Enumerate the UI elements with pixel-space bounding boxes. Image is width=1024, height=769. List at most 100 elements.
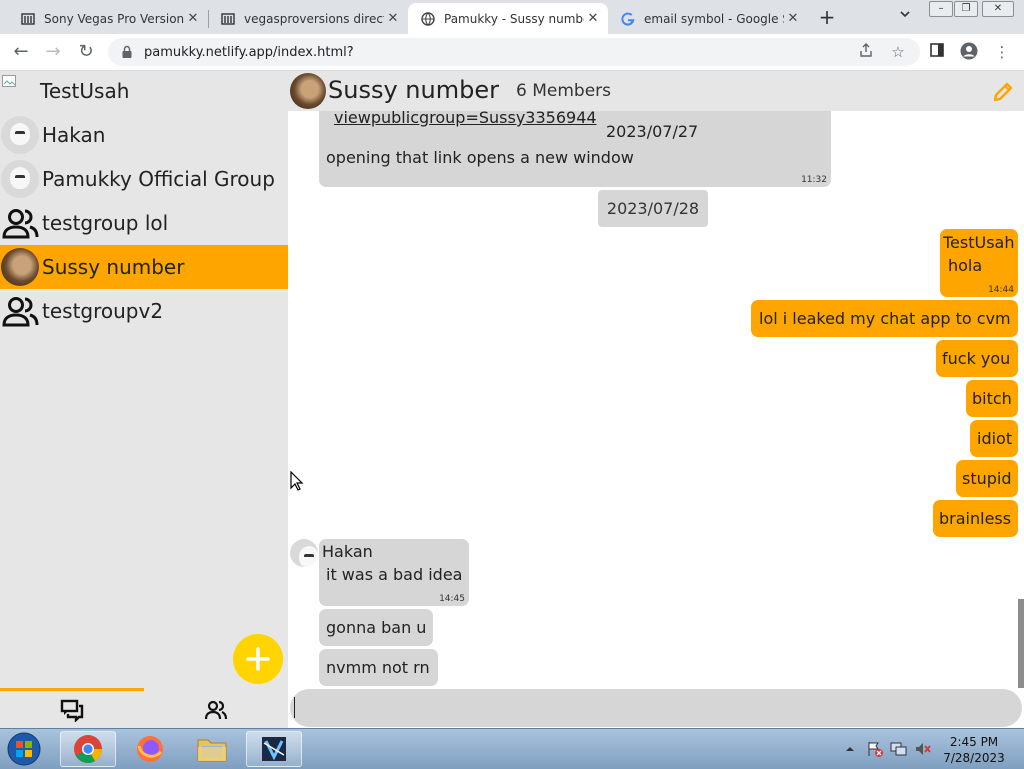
current-user-name: TestUsah (40, 79, 130, 103)
sender-avatar[interactable] (290, 539, 318, 567)
broken-image-icon (2, 74, 18, 88)
sidebar-tab-bar (0, 688, 288, 728)
tab-title: Pamukky - Sussy number (444, 11, 584, 26)
tab-google-search[interactable]: email symbol - Google Se ✕ (608, 3, 808, 34)
close-tab-icon[interactable]: ✕ (384, 11, 402, 26)
date-separator: 2023/07/28 (598, 190, 708, 227)
message-bubble: nvmm not rn (319, 649, 438, 686)
tab-sony-vegas[interactable]: Sony Vegas Pro Versions ✕ (8, 3, 208, 34)
tab-pamukky[interactable]: Pamukky - Sussy number ✕ (408, 3, 608, 34)
reload-icon[interactable]: ↻ (75, 41, 97, 63)
close-tab-icon[interactable]: ✕ (584, 11, 602, 26)
pencil-icon[interactable] (992, 81, 1014, 103)
chat-item-pamukky-official[interactable]: Pamukky Official Group (0, 157, 288, 201)
taskbar-explorer[interactable] (184, 731, 240, 767)
firefox-icon (137, 736, 163, 762)
message-bubble: stupid (956, 460, 1018, 497)
action-center-flag-icon[interactable] (866, 740, 884, 758)
message-text: hola (948, 256, 983, 275)
chat-item-testgroupv2[interactable]: testgroupv2 (0, 289, 288, 333)
message-text: it was a bad idea (326, 565, 463, 584)
message-bubble: bitch (966, 380, 1018, 417)
chat-item-label: Hakan (42, 123, 106, 147)
message-input[interactable] (290, 689, 1022, 727)
message-composer (288, 688, 1024, 728)
message-link[interactable]: viewpublicgroup=Sussy3356944 (334, 111, 597, 127)
windows-taskbar: 2:45 PM 7/28/2023 (0, 728, 1024, 769)
address-bar[interactable]: pamukky.netlify.app/index.html? (108, 38, 920, 66)
chat-item-hakan[interactable]: Hakan (0, 113, 288, 157)
message-date-overlay: 2023/07/27 (605, 122, 700, 141)
member-count[interactable]: 6 Members (516, 81, 611, 101)
message-text: idiot (977, 429, 1013, 448)
chevron-down-icon[interactable] (896, 8, 914, 26)
minimize-button[interactable]: – (929, 1, 953, 17)
chat-item-testgroup[interactable]: testgroup lol (0, 201, 288, 245)
plus-icon (246, 647, 270, 671)
message-text: opening that link opens a new window (326, 148, 634, 167)
chat-item-label: testgroupv2 (42, 299, 164, 323)
side-panel-icon[interactable] (927, 42, 947, 62)
taskbar-chrome[interactable] (60, 731, 116, 767)
system-clock[interactable]: 2:45 PM 7/28/2023 (938, 734, 1010, 766)
close-tab-icon[interactable]: ✕ (784, 11, 802, 26)
forward-arrow-icon[interactable]: → (42, 41, 64, 63)
volume-muted-icon[interactable] (914, 740, 932, 758)
photo-avatar-icon (1, 248, 39, 286)
globe-icon (420, 11, 436, 27)
chrome-icon (74, 735, 102, 763)
tab-contacts[interactable] (204, 698, 228, 722)
group-avatar[interactable] (290, 73, 326, 109)
close-tab-icon[interactable]: ✕ (184, 11, 202, 26)
message-text: gonna ban u (326, 618, 427, 637)
restore-button[interactable]: ❐ (954, 1, 978, 17)
chat-item-sussy-number[interactable]: Sussy number (0, 245, 288, 289)
chat-header: Sussy number 6 Members (288, 71, 1024, 111)
chat-item-label: testgroup lol (42, 211, 169, 235)
current-user-header[interactable]: TestUsah (0, 71, 288, 111)
lock-icon[interactable] (120, 45, 134, 59)
clock-time: 2:45 PM (949, 735, 999, 749)
tab-chats[interactable] (60, 698, 84, 723)
message-scrollbar[interactable] (1018, 599, 1024, 688)
clock-date: 7/28/2023 (943, 751, 1005, 765)
building-icon (20, 11, 36, 27)
taskbar-firefox[interactable] (122, 731, 178, 767)
message-text: brainless (939, 509, 1012, 528)
active-tab-indicator (0, 688, 144, 691)
message-time: 14:45 (439, 594, 465, 604)
avatar (0, 115, 40, 155)
profile-icon[interactable] (959, 42, 979, 62)
group-icon (0, 291, 40, 331)
close-window-button[interactable]: ✕ (982, 1, 1014, 17)
avatar (0, 159, 40, 199)
message-bubble: fuck you (936, 340, 1018, 377)
new-chat-button[interactable] (233, 634, 283, 684)
explorer-icon (197, 739, 227, 762)
message-time: 14:44 (988, 285, 1014, 295)
back-arrow-icon[interactable]: ← (10, 41, 32, 63)
chat-list-sidebar: TestUsah Hakan Pamukky Official Group te… (0, 71, 288, 728)
ghost-avatar-icon (290, 539, 318, 567)
bookmark-star-icon[interactable]: ☆ (888, 42, 908, 62)
kebab-menu-icon[interactable]: ⋮ (992, 42, 1012, 62)
message-bubble: lol i leaked my chat app to cvm (751, 300, 1018, 337)
message-bubble: brainless (933, 500, 1018, 537)
tab-title: email symbol - Google Se (644, 11, 784, 26)
ghost-avatar-icon (1, 116, 39, 154)
message-bubble: gonna ban u (319, 609, 433, 646)
browser-toolbar: ← → ↻ pamukky.netlify.app/index.html? ☆ … (0, 34, 1024, 71)
url-text[interactable]: pamukky.netlify.app/index.html? (144, 45, 354, 60)
network-icon[interactable] (890, 740, 908, 758)
avatar (0, 247, 40, 287)
share-icon[interactable] (856, 42, 876, 62)
chat-item-label: Pamukky Official Group (42, 167, 275, 191)
new-tab-button[interactable]: + (816, 6, 838, 28)
tab-vegasproversions[interactable]: vegasproversions director ✕ (208, 3, 408, 34)
message-sender: Hakan (322, 542, 373, 561)
group-icon (0, 203, 40, 243)
start-button[interactable] (4, 731, 44, 767)
google-icon (620, 11, 636, 27)
taskbar-vegas[interactable] (246, 731, 302, 767)
show-hidden-icons-icon[interactable] (843, 740, 861, 758)
